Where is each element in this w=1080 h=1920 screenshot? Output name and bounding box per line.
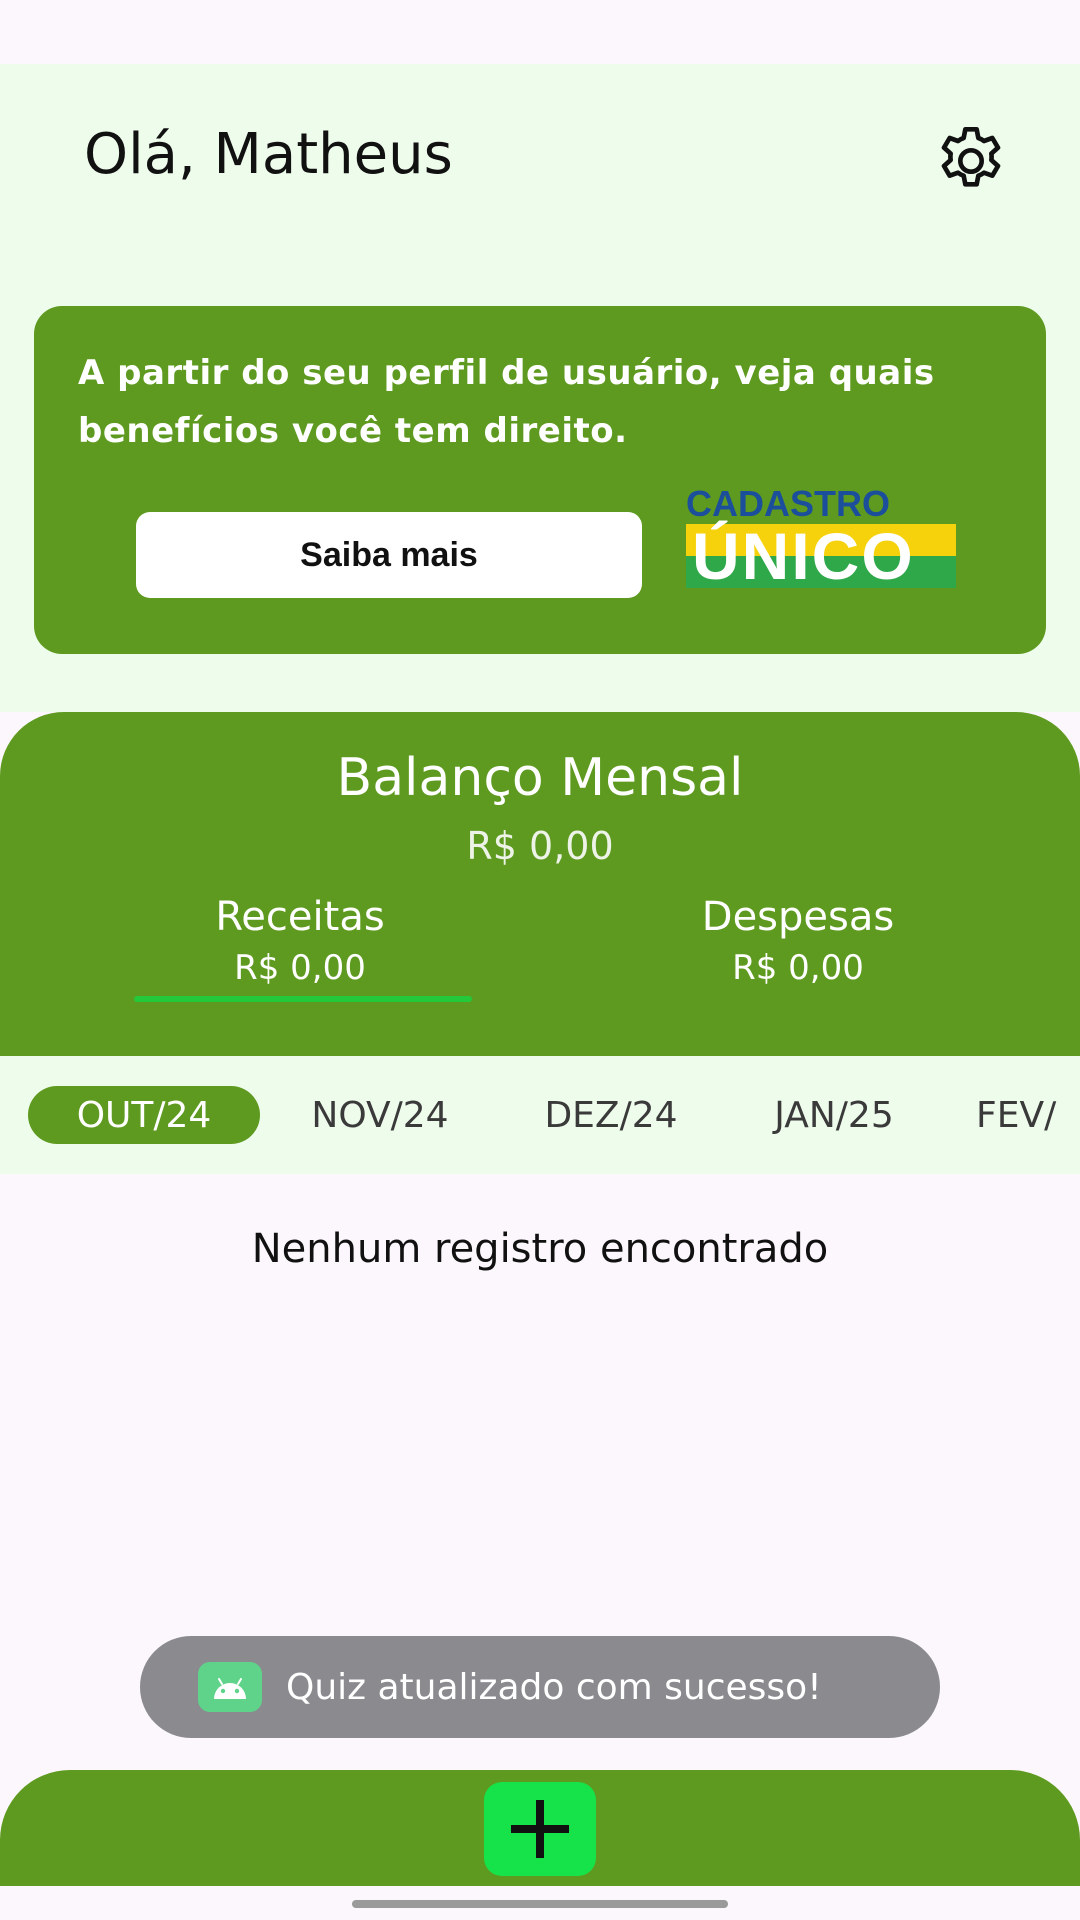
greeting-title: Olá, Matheus	[84, 122, 453, 187]
month-selector[interactable]: OUT/24 NOV/24 DEZ/24 JAN/25 FEV/	[0, 1056, 1080, 1174]
despesas-value: R$ 0,00	[732, 948, 864, 988]
toast-notification: Quiz atualizado com sucesso!	[140, 1636, 940, 1738]
receitas-selected-indicator	[134, 996, 472, 1002]
logo-text-top: CADASTRO	[686, 483, 890, 524]
toast-message: Quiz atualizado com sucesso!	[286, 1666, 822, 1708]
month-tab-jan-25[interactable]: JAN/25	[744, 1086, 924, 1144]
add-record-button[interactable]	[484, 1782, 596, 1876]
balance-title: Balanço Mensal	[336, 748, 744, 808]
receitas-label: Receitas	[215, 894, 385, 940]
saiba-mais-button[interactable]: Saiba mais	[136, 512, 642, 598]
android-icon	[198, 1662, 262, 1712]
gear-icon	[941, 127, 1001, 187]
balance-total: R$ 0,00	[466, 824, 614, 868]
month-tab-out-24[interactable]: OUT/24	[28, 1086, 260, 1144]
month-tab-fev[interactable]: FEV/	[976, 1086, 1080, 1144]
logo-band: ÚNICO	[686, 519, 956, 593]
month-tab-dez-24[interactable]: DEZ/24	[516, 1086, 706, 1144]
monthly-balance-card: Balanço Mensal R$ 0,00 Receitas R$ 0,00 …	[0, 712, 1080, 1056]
month-tab-nov-24[interactable]: NOV/24	[282, 1086, 478, 1144]
cadastro-unico-logo: CADASTRO ÚNICO	[686, 483, 966, 593]
despesas-label: Despesas	[701, 894, 895, 940]
despesas-tab[interactable]: Despesas R$ 0,00	[628, 894, 968, 988]
logo-text-bottom: ÚNICO	[692, 519, 915, 593]
home-indicator[interactable]	[352, 1900, 728, 1908]
receitas-tab[interactable]: Receitas R$ 0,00	[130, 894, 470, 988]
benefits-text: A partir do seu perfil de usuário, veja …	[78, 353, 935, 451]
header-section: Olá, Matheus A partir do seu perfil de u…	[0, 64, 1080, 712]
plus-icon	[511, 1800, 569, 1858]
receitas-value: R$ 0,00	[234, 948, 366, 988]
status-bar	[0, 0, 1080, 64]
settings-button[interactable]	[928, 118, 1014, 204]
benefits-card: A partir do seu perfil de usuário, veja …	[34, 306, 1046, 654]
empty-state-message: Nenhum registro encontrado	[251, 1226, 829, 1272]
